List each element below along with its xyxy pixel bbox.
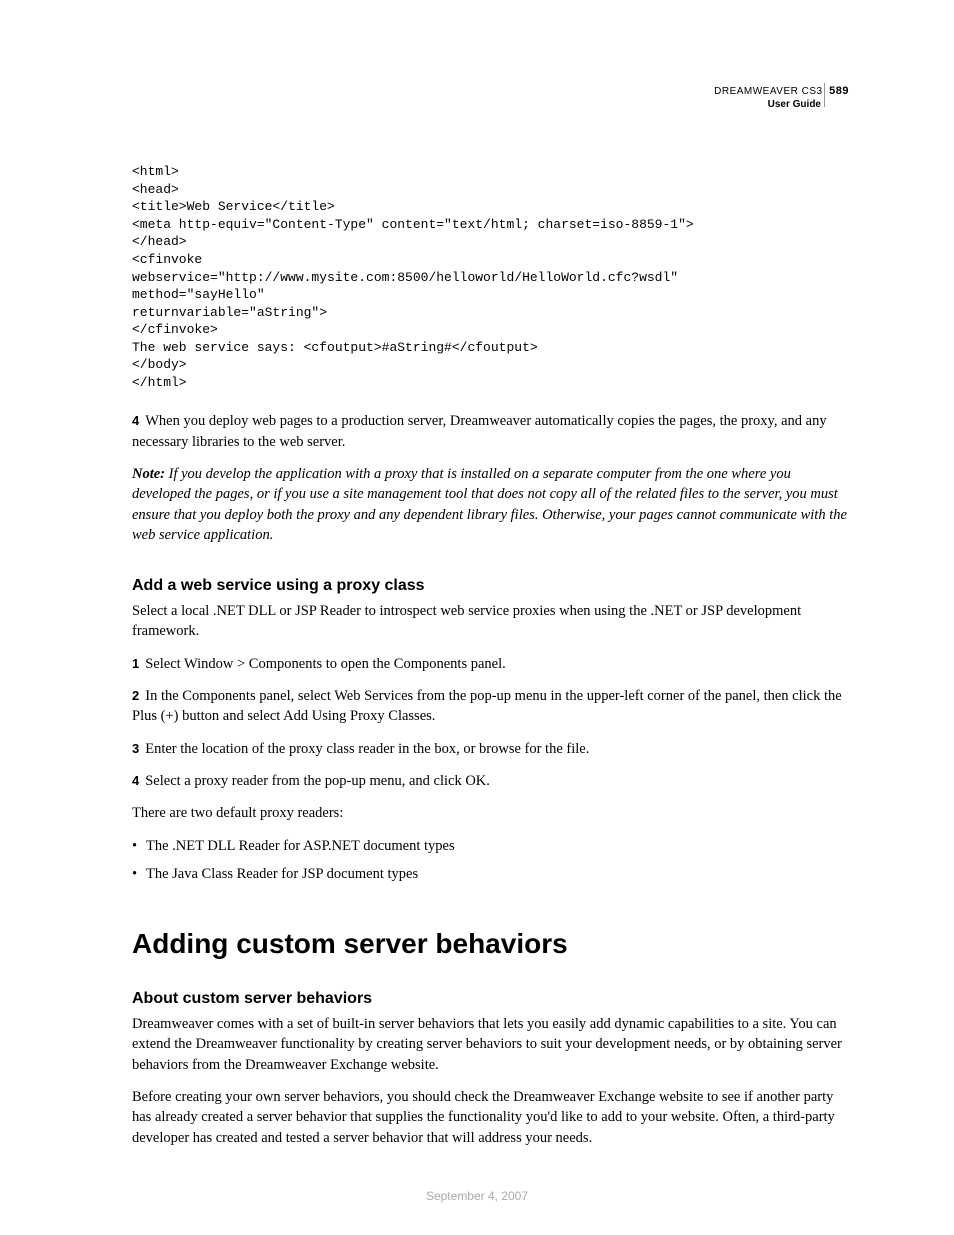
guide-subtitle: User Guide — [132, 98, 849, 111]
bullet-text: The Java Class Reader for JSP document t… — [146, 866, 418, 882]
body-paragraph: Before creating your own server behavior… — [132, 1087, 849, 1148]
list-item: 3 Enter the location of the proxy class r… — [132, 739, 849, 759]
page-number: 589 — [829, 85, 849, 97]
list-item: 1 Select Window > Components to open the … — [132, 654, 849, 674]
bullet-item: The .NET DLL Reader for ASP.NET document… — [132, 836, 849, 856]
section-heading-proxy: Add a web service using a proxy class — [132, 577, 849, 595]
note-block: Note: If you develop the application wit… — [132, 464, 849, 545]
footer-date: September 4, 2007 — [0, 1189, 954, 1203]
code-block: <html> <head> <title>Web Service</title>… — [132, 163, 849, 391]
step-text: When you deploy web pages to a productio… — [132, 413, 827, 449]
page-header: DREAMWEAVER CS3 589 User Guide — [132, 84, 849, 111]
section-heading-about: About custom server behaviors — [132, 990, 849, 1008]
bullet-item: The Java Class Reader for JSP document t… — [132, 864, 849, 884]
tail-text: There are two default proxy readers: — [132, 803, 849, 823]
chapter-heading: Adding custom server behaviors — [132, 928, 849, 960]
note-label: Note: — [132, 466, 165, 482]
bullet-text: The .NET DLL Reader for ASP.NET document… — [146, 838, 455, 854]
header-divider — [824, 83, 825, 107]
step-text: Select a proxy reader from the pop-up me… — [145, 773, 490, 789]
step-text: Enter the location of the proxy class re… — [145, 741, 589, 757]
step-number: 2 — [132, 688, 139, 703]
step-number: 4 — [132, 413, 139, 428]
section-intro: Select a local .NET DLL or JSP Reader to… — [132, 601, 849, 642]
step-number: 1 — [132, 656, 139, 671]
step-text: In the Components panel, select Web Serv… — [132, 688, 842, 724]
step-number: 4 — [132, 773, 139, 788]
step-text: Select Window > Components to open the C… — [145, 656, 506, 672]
list-item: 4 Select a proxy reader from the pop-up m… — [132, 771, 849, 791]
step-4: 4When you deploy web pages to a producti… — [132, 411, 849, 452]
step-number: 3 — [132, 741, 139, 756]
note-text: If you develop the application with a pr… — [132, 466, 847, 543]
body-paragraph: Dreamweaver comes with a set of built-in… — [132, 1014, 849, 1075]
product-name: DREAMWEAVER CS3 — [714, 86, 822, 97]
list-item: 2In the Components panel, select Web Ser… — [132, 686, 849, 727]
